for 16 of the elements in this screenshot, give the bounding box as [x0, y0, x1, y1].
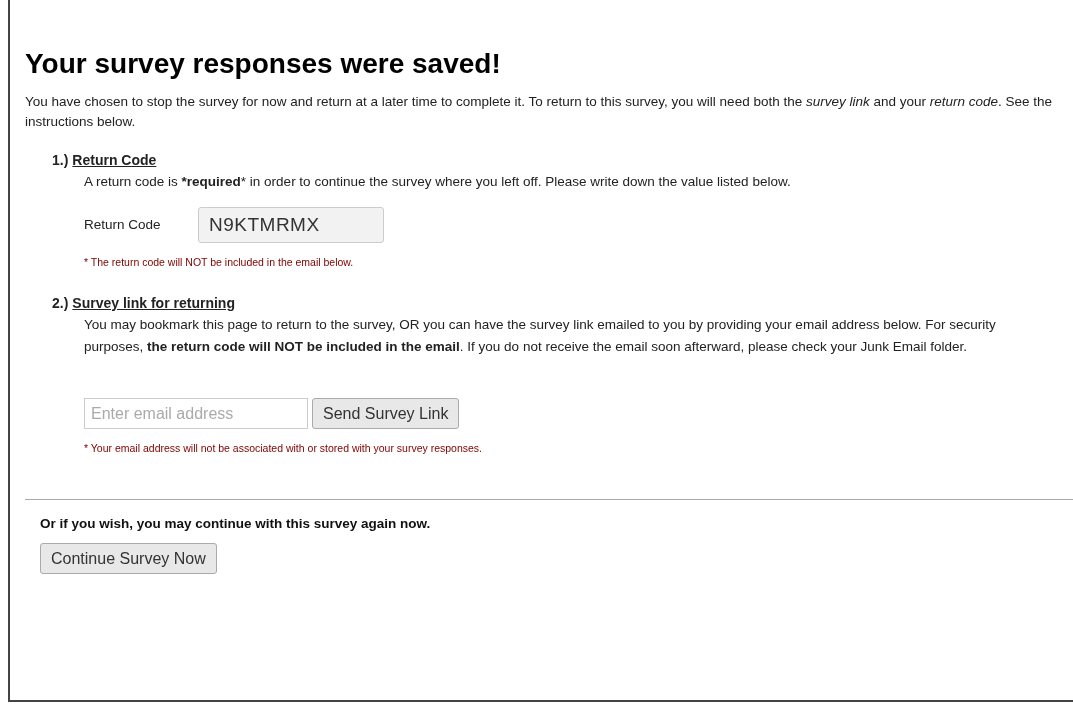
return-code-field[interactable]: N9KTMRMX	[198, 207, 384, 243]
section-number: 2.)	[52, 295, 69, 311]
intro-text: You have chosen to stop the survey for now and return at a later time to complete it. To return to this survey, you will need both the survey link and your return code. See the instructions below.	[25, 93, 1054, 131]
section-text: You may bookmark this page to return to the survey, OR you can have the survey link emailed to you by providing your email address below. For security purposes, the return code will NOT be included in the email. If you do not receive the email soon afterward, please check your Junk Email folder.	[84, 316, 997, 356]
send-link-button[interactable]: Send Survey Link	[312, 398, 460, 429]
field-label: Return Code	[84, 216, 162, 234]
continue-button[interactable]: Continue Survey Now	[40, 543, 217, 574]
note-text: * Your email address will not be associated with or stored with your survey responses.	[84, 441, 484, 456]
email-field[interactable]: Enter email address	[84, 398, 308, 429]
section-number: 1.)	[52, 152, 69, 168]
continue-prompt: Or if you wish, you may continue with this survey again now.	[40, 516, 432, 531]
note-text: * The return code will NOT be included in the email below.	[84, 255, 355, 270]
section-title: Survey link for returning	[72, 295, 235, 311]
section-title: Return Code	[72, 152, 157, 168]
page-heading: Your survey responses were saved!	[25, 48, 502, 80]
section-text: A return code is *required* in order to continue the survey where you left off. Please write down the value listed below.	[84, 173, 792, 191]
